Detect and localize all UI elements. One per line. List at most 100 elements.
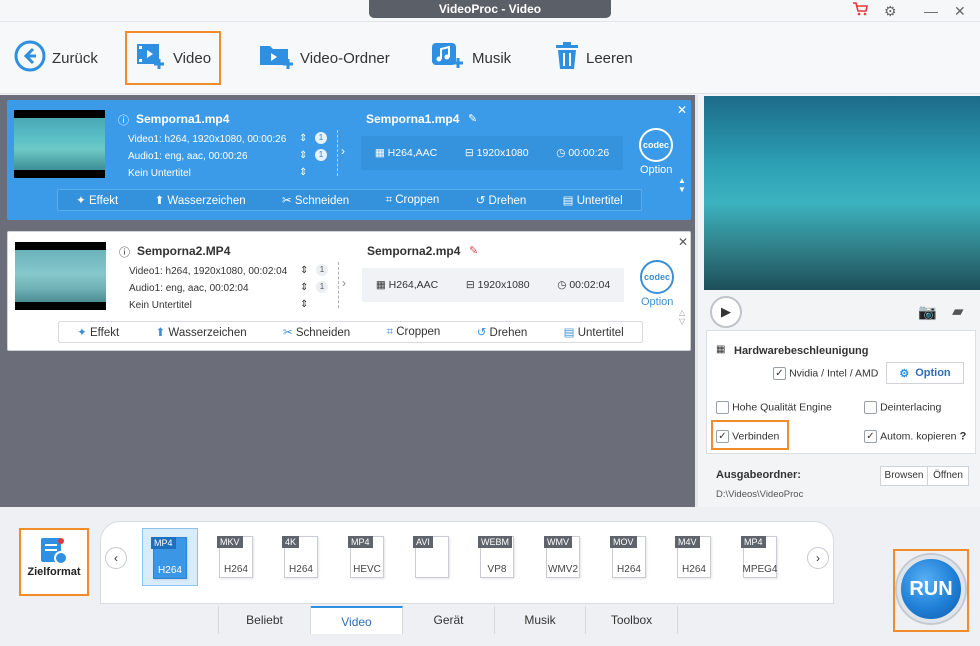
video-track-info: Video1: h264, 1920x1080, 00:02:04 bbox=[129, 266, 288, 277]
video-preview[interactable] bbox=[704, 96, 980, 290]
subtitle-track-select[interactable]: ⇕ bbox=[299, 167, 307, 178]
tab-device[interactable]: Gerät bbox=[403, 606, 495, 634]
watermark-button[interactable]: ⬆ Wasserzeichen bbox=[156, 325, 247, 339]
subtitle-icon: ▤ bbox=[562, 195, 574, 207]
info-icon[interactable]: ⓘ bbox=[118, 112, 129, 128]
tab-video[interactable]: Video bbox=[311, 606, 403, 634]
cart-icon[interactable] bbox=[852, 2, 868, 20]
auto-copy-checkbox[interactable]: ✓ Autom. kopieren ? bbox=[864, 430, 966, 443]
target-format-button[interactable]: Zielformat bbox=[19, 528, 89, 596]
music-button[interactable]: Musik bbox=[430, 30, 511, 86]
pencil-icon[interactable]: ✎ bbox=[468, 112, 477, 125]
hw-option-button[interactable]: ⚙ Option bbox=[886, 362, 964, 384]
video-track-select[interactable]: ⇕ bbox=[299, 133, 307, 144]
crop-button[interactable]: ⌗ Croppen bbox=[387, 326, 441, 339]
target-format-icon bbox=[39, 536, 69, 566]
codec-option-label[interactable]: Option bbox=[640, 164, 672, 176]
clock-icon: ◷ bbox=[557, 279, 567, 291]
subtitle-button[interactable]: ▤ Untertitel bbox=[564, 325, 624, 339]
rotate-button[interactable]: ↺ Drehen bbox=[477, 325, 528, 339]
auto-copy-label: Autom. kopieren bbox=[880, 430, 957, 443]
hw-vendor-label: Nvidia / Intel / AMD bbox=[789, 367, 879, 380]
source-filename: Semporna2.MP4 bbox=[137, 244, 231, 258]
run-button[interactable]: RUN bbox=[897, 555, 965, 623]
crop-button[interactable]: ⌗ Croppen bbox=[386, 194, 440, 207]
carousel-prev-button[interactable]: ‹ bbox=[105, 547, 127, 569]
pencil-icon[interactable]: ✎ bbox=[469, 244, 478, 257]
gear-icon[interactable]: ⚙ bbox=[884, 2, 897, 20]
reorder-arrows[interactable]: △ ▽ bbox=[679, 308, 685, 326]
cut-button[interactable]: ✂ Schneiden bbox=[282, 193, 349, 207]
output-codec: ▦ H264,AAC bbox=[375, 279, 439, 291]
high-quality-checkbox[interactable]: Hohe Qualität Engine bbox=[716, 401, 832, 414]
arrow-left-icon bbox=[14, 40, 46, 76]
codec-option-button[interactable]: codec bbox=[639, 128, 673, 162]
codec-option-label[interactable]: Option bbox=[641, 296, 673, 308]
format-item[interactable]: MP4 HEVC bbox=[339, 528, 395, 586]
format-item[interactable]: MOV H264 bbox=[601, 528, 657, 586]
clock-icon: ◷ bbox=[556, 147, 566, 159]
folder-plus-icon bbox=[258, 41, 294, 75]
minimize-icon[interactable]: — bbox=[924, 2, 938, 20]
output-info: ▦ H264,AAC ⊟ 1920x1080 ◷ 00:02:04 bbox=[362, 268, 624, 302]
output-filename[interactable]: Semporna1.mp4 bbox=[366, 112, 459, 126]
tab-toolbox[interactable]: Toolbox bbox=[586, 606, 678, 634]
format-item[interactable]: MP4 MPEG4 bbox=[732, 528, 788, 586]
hw-accel-checkbox[interactable]: ✓ Nvidia / Intel / AMD bbox=[773, 367, 878, 380]
output-codec: ▦ H264,AAC bbox=[374, 147, 438, 159]
tab-popular[interactable]: Beliebt bbox=[218, 606, 311, 634]
subtitle-button[interactable]: ▤ Untertitel bbox=[563, 193, 623, 207]
format-item[interactable]: WMV WMV2 bbox=[535, 528, 591, 586]
browse-button[interactable]: Browsen bbox=[880, 466, 928, 486]
reorder-arrows[interactable]: ▲ ▼ bbox=[678, 176, 686, 194]
close-task-icon[interactable]: ✕ bbox=[677, 103, 687, 117]
codec-option-button[interactable]: codec bbox=[640, 260, 674, 294]
close-task-icon[interactable]: ✕ bbox=[678, 235, 688, 249]
deinterlacing-checkbox[interactable]: Deinterlacing bbox=[864, 401, 941, 414]
divider bbox=[338, 262, 339, 308]
rotate-button[interactable]: ↺ Drehen bbox=[476, 193, 527, 207]
help-icon[interactable]: ? bbox=[960, 430, 967, 442]
output-filename[interactable]: Semporna2.mp4 bbox=[367, 244, 460, 258]
scissors-icon: ✂ bbox=[282, 327, 293, 339]
format-item[interactable]: MKV H264 bbox=[208, 528, 264, 586]
close-icon[interactable]: ✕ bbox=[954, 2, 966, 20]
carousel-next-button[interactable]: › bbox=[807, 547, 829, 569]
high-quality-label: Hohe Qualität Engine bbox=[732, 401, 832, 414]
stamp-icon: ⬆ bbox=[154, 195, 165, 207]
format-item[interactable]: WEBM VP8 bbox=[469, 528, 525, 586]
format-item[interactable]: 4K H264 bbox=[273, 528, 329, 586]
video-track-select[interactable]: ⇕ bbox=[300, 265, 308, 276]
camera-icon[interactable]: 📷 bbox=[918, 303, 937, 321]
video-folder-button[interactable]: Video-Ordner bbox=[258, 30, 390, 86]
tab-music[interactable]: Musik bbox=[495, 606, 586, 634]
output-path: D:\Videos\VideoProc bbox=[716, 489, 804, 500]
video-thumbnail[interactable] bbox=[14, 110, 105, 178]
merge-checkbox[interactable]: ✓ Verbinden bbox=[716, 430, 779, 443]
audio-track-select[interactable]: ⇕ bbox=[300, 282, 308, 293]
effect-button[interactable]: ✦ Effekt bbox=[76, 193, 118, 207]
task-card[interactable]: ⓘ Semporna1.mp4 Video1: h264, 1920x1080,… bbox=[7, 100, 691, 220]
folder-icon[interactable]: ▰ bbox=[952, 302, 964, 320]
audio-track-info: Audio1: eng, aac, 00:00:26 bbox=[128, 151, 248, 162]
audio-count-badge: 1 bbox=[316, 281, 328, 293]
audio-track-select[interactable]: ⇕ bbox=[299, 150, 307, 161]
format-item[interactable]: MP4 H264 bbox=[142, 528, 198, 586]
film-icon: ▦ bbox=[374, 147, 385, 159]
video-thumbnail[interactable] bbox=[15, 242, 106, 310]
video-button[interactable]: Video bbox=[125, 31, 221, 85]
effect-button[interactable]: ✦ Effekt bbox=[77, 325, 119, 339]
subtitle-track-select[interactable]: ⇕ bbox=[300, 299, 308, 310]
cut-button[interactable]: ✂ Schneiden bbox=[283, 325, 350, 339]
open-button[interactable]: Öffnen bbox=[927, 466, 969, 486]
info-icon[interactable]: ⓘ bbox=[119, 244, 130, 260]
play-button[interactable]: ▶ bbox=[710, 296, 742, 328]
clear-button[interactable]: Leeren bbox=[554, 30, 633, 86]
format-item[interactable]: AVI bbox=[404, 528, 460, 586]
watermark-button[interactable]: ⬆ Wasserzeichen bbox=[155, 193, 246, 207]
subtitle-track-info: Kein Untertitel bbox=[129, 300, 192, 311]
music-plus-icon bbox=[430, 41, 466, 75]
format-item[interactable]: M4V H264 bbox=[666, 528, 722, 586]
back-button[interactable]: Zurück bbox=[14, 30, 98, 86]
task-card[interactable]: ⓘ Semporna2.MP4 Video1: h264, 1920x1080,… bbox=[7, 231, 691, 351]
